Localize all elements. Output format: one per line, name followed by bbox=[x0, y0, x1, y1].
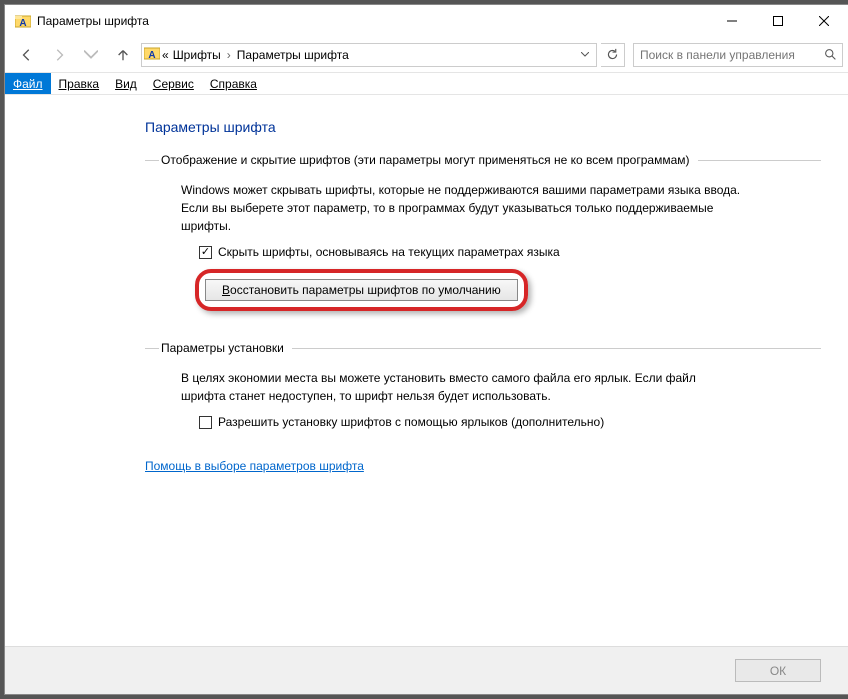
up-button[interactable] bbox=[109, 41, 137, 69]
address-folder-icon: A bbox=[144, 45, 160, 64]
refresh-button[interactable] bbox=[601, 43, 625, 67]
page-heading: Параметры шрифта bbox=[145, 119, 821, 135]
back-button[interactable] bbox=[13, 41, 41, 69]
maximize-button[interactable] bbox=[755, 6, 801, 36]
forward-button[interactable] bbox=[45, 41, 73, 69]
breadcrumb-prefix: « bbox=[160, 48, 171, 62]
search-input[interactable] bbox=[634, 48, 818, 62]
address-bar[interactable]: A « Шрифты › Параметры шрифта bbox=[141, 43, 597, 67]
address-dropdown-icon[interactable] bbox=[576, 52, 594, 57]
window-title: Параметры шрифта bbox=[37, 14, 149, 28]
content-area: Параметры шрифта Отображение и скрытие ш… bbox=[5, 95, 848, 646]
shortcut-label: Разрешить установку шрифтов с помощью яр… bbox=[218, 415, 604, 429]
menu-tools[interactable]: Сервис bbox=[145, 73, 202, 94]
section2-title: Параметры установки bbox=[159, 341, 292, 355]
section-install: Параметры установки В целях экономии мес… bbox=[145, 341, 821, 439]
search-icon[interactable] bbox=[818, 48, 842, 61]
minimize-button[interactable] bbox=[709, 6, 755, 36]
section1-title: Отображение и скрытие шрифтов (эти парам… bbox=[159, 153, 698, 167]
breadcrumb-seg2[interactable]: Параметры шрифта bbox=[235, 48, 351, 62]
menubar: Файл Правка Вид Сервис Справка bbox=[5, 73, 848, 95]
svg-text:A: A bbox=[148, 50, 155, 61]
svg-text:A: A bbox=[19, 18, 26, 29]
window-controls bbox=[709, 6, 847, 36]
breadcrumb-seg1[interactable]: Шрифты bbox=[171, 48, 223, 62]
search-box[interactable] bbox=[633, 43, 843, 67]
restore-defaults-button[interactable]: Восстановить параметры шрифтов по умолча… bbox=[205, 279, 518, 301]
restore-highlight: Восстановить параметры шрифтов по умолча… bbox=[195, 269, 528, 311]
hide-fonts-checkbox-row[interactable]: Скрыть шрифты, основываясь на текущих па… bbox=[199, 245, 821, 259]
footer: ОК bbox=[5, 646, 848, 694]
shortcut-checkbox-row[interactable]: Разрешить установку шрифтов с помощью яр… bbox=[199, 415, 821, 429]
hide-fonts-label: Скрыть шрифты, основываясь на текущих па… bbox=[218, 245, 560, 259]
titlebar: A Параметры шрифта bbox=[5, 5, 848, 37]
menu-view[interactable]: Вид bbox=[107, 73, 145, 94]
close-button[interactable] bbox=[801, 6, 847, 36]
section2-desc: В целях экономии места вы можете установ… bbox=[181, 369, 741, 405]
help-link[interactable]: Помощь в выборе параметров шрифта bbox=[145, 459, 364, 473]
hide-fonts-checkbox[interactable] bbox=[199, 246, 212, 259]
recent-dropdown-icon[interactable] bbox=[77, 41, 105, 69]
menu-help[interactable]: Справка bbox=[202, 73, 265, 94]
section1-desc: Windows может скрывать шрифты, которые н… bbox=[181, 181, 741, 235]
ok-button[interactable]: ОК bbox=[735, 659, 821, 682]
chevron-right-icon[interactable]: › bbox=[227, 48, 231, 62]
shortcut-checkbox[interactable] bbox=[199, 416, 212, 429]
nav-toolbar: A « Шрифты › Параметры шрифта bbox=[5, 37, 848, 73]
menu-edit[interactable]: Правка bbox=[51, 73, 108, 94]
app-icon: A bbox=[15, 13, 31, 29]
window: A Параметры шрифта bbox=[4, 4, 848, 695]
menu-file[interactable]: Файл bbox=[5, 73, 51, 94]
section-display-hide: Отображение и скрытие шрифтов (эти парам… bbox=[145, 153, 821, 327]
